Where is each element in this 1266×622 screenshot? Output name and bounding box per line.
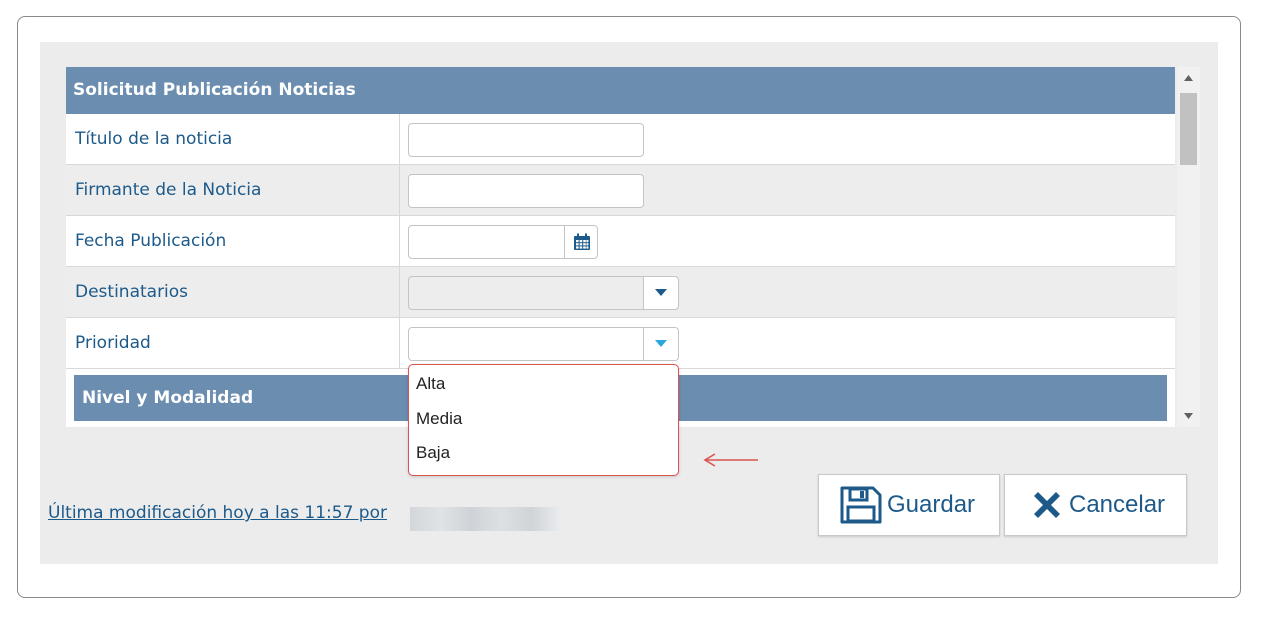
field-label-date: Fecha Publicación [75,231,227,251]
field-label-title: Título de la noticia [75,129,233,149]
dropdown-option-baja[interactable]: Baja [416,437,450,469]
caret-down-icon [1184,413,1193,419]
scroll-up-button[interactable] [1177,67,1200,89]
chevron-down-icon [655,340,667,347]
title-input[interactable] [408,123,644,157]
floppy-disk-icon [839,485,883,525]
calendar-icon [573,233,590,250]
scroll-down-button[interactable] [1177,405,1200,427]
field-row-signer: Firmante de la Noticia [66,165,1175,216]
x-icon [1029,487,1065,523]
caret-up-icon [1184,75,1193,81]
save-button-label: Guardar [887,491,976,518]
row-divider [399,216,400,266]
save-button[interactable]: Guardar [818,474,1000,536]
row-divider [399,165,400,215]
redacted-username [410,507,562,531]
recipients-dropdown-toggle[interactable] [643,277,678,309]
annotation-arrow-icon [703,453,758,467]
signer-input[interactable] [408,174,644,208]
field-row-date: Fecha Publicación [66,216,1175,267]
field-row-recipients: Destinatarios [66,267,1175,318]
row-divider [399,114,400,164]
cancel-button-label: Cancelar [1069,491,1166,518]
dropdown-option-media[interactable]: Media [416,403,462,435]
scroll-thumb[interactable] [1180,93,1197,165]
form-scrollbar[interactable] [1177,67,1200,427]
row-divider [399,318,400,368]
priority-dropdown-toggle[interactable] [643,328,678,360]
row-divider [399,267,400,317]
field-label-priority: Prioridad [75,333,151,353]
field-label-signer: Firmante de la Noticia [75,180,262,200]
dropdown-option-alta[interactable]: Alta [416,368,445,400]
date-picker-button[interactable] [564,225,598,259]
field-label-recipients: Destinatarios [75,282,189,302]
priority-dropdown-list: Alta Media Baja [408,364,679,476]
priority-select[interactable] [408,327,679,361]
last-modified-link[interactable]: Última modificación hoy a las 11:57 por [48,503,387,523]
form-title: Solicitud Publicación Noticias [66,67,1175,114]
field-row-priority: Prioridad [66,318,1175,369]
chevron-down-icon [655,289,667,296]
publication-date-input[interactable] [408,225,598,259]
field-row-title: Título de la noticia [66,114,1175,165]
cancel-button[interactable]: Cancelar [1004,474,1187,536]
recipients-select[interactable] [408,276,679,310]
